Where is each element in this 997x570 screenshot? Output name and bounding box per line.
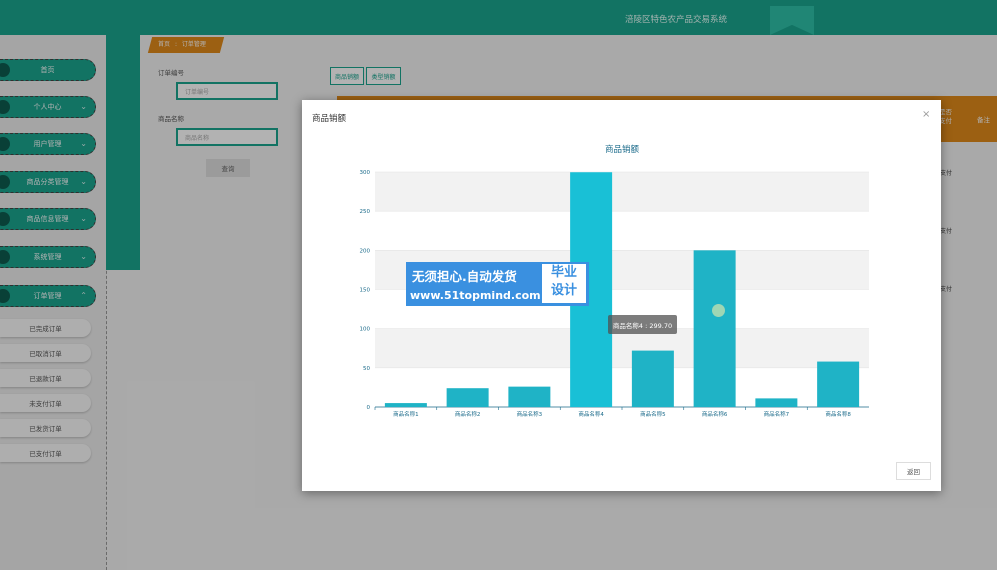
bar — [384, 403, 427, 407]
bar — [693, 250, 736, 407]
y-tick-label: 200 — [360, 248, 371, 254]
y-tick-label: 300 — [360, 170, 371, 176]
bar — [446, 388, 489, 407]
grid-band — [375, 328, 869, 368]
x-tick-label: 商品名称5 — [640, 410, 666, 418]
bar — [631, 350, 674, 407]
x-tick-label: 商品名称3 — [517, 410, 543, 418]
x-tick-label: 商品名称8 — [825, 410, 851, 418]
chart-title: 商品销额 — [605, 144, 640, 155]
chart-tooltip: 商品名称4 : 299.70 — [608, 315, 677, 334]
sales-bar-chart: 商品销额 0 50 100 150 200 250 300 商品名称1 商品名称2 商品名称3 商品名… — [360, 144, 869, 418]
back-button[interactable]: 返回 — [896, 462, 931, 480]
sales-modal: 商品销额 × 商品销额 0 50 100 150 200 250 300 商品名称1 商品名称2 商… — [302, 100, 941, 491]
x-tick-label: 商品名称6 — [702, 410, 728, 418]
y-tick-label: 250 — [360, 209, 371, 215]
y-tick-label: 0 — [367, 405, 371, 411]
watermark-logo: 无须担心.自动发货 www.51topmind.com 毕业 设计 — [406, 262, 589, 306]
bar — [508, 386, 551, 407]
bar — [817, 361, 860, 407]
y-tick-label: 50 — [363, 366, 370, 372]
x-tick-label: 商品名称1 — [393, 410, 419, 418]
bar — [755, 398, 798, 407]
x-tick-label: 商品名称2 — [455, 410, 481, 418]
y-tick-label: 150 — [360, 288, 371, 294]
x-tick-label: 商品名称7 — [764, 410, 790, 418]
grid-band — [375, 172, 869, 212]
y-tick-label: 100 — [360, 327, 371, 333]
x-tick-label: 商品名称4 — [578, 410, 604, 418]
cursor-indicator — [712, 304, 725, 317]
